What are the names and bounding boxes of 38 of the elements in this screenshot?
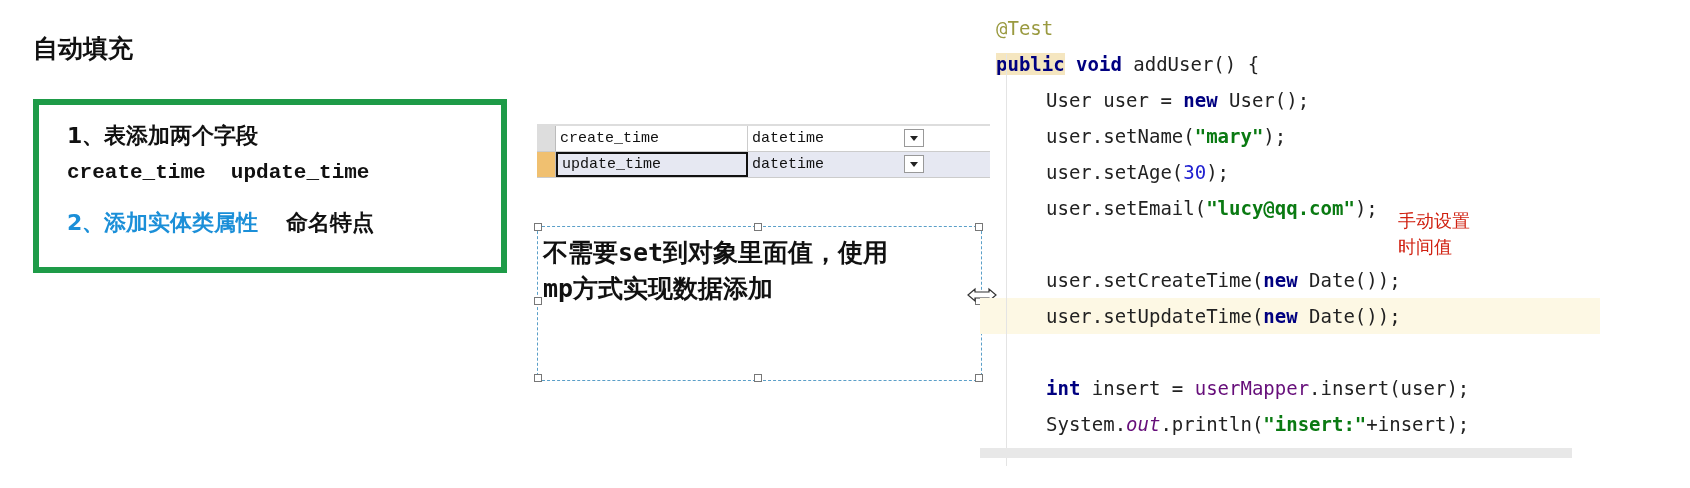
resize-handle[interactable] xyxy=(975,374,983,382)
code-line: user.setAge(30); xyxy=(1046,161,1230,183)
dropdown-button[interactable] xyxy=(904,129,924,147)
resize-handle[interactable] xyxy=(754,223,762,231)
code-line: @Test xyxy=(996,17,1054,39)
caret-icon xyxy=(910,135,918,141)
comment-text: 手动设置 xyxy=(1398,209,1470,233)
code-line: user.setEmail("lucy@qq.com"); xyxy=(1046,197,1378,219)
resize-handle[interactable] xyxy=(534,374,542,382)
resize-handle[interactable] xyxy=(534,223,542,231)
code-line: User user = new User(); xyxy=(1046,89,1310,111)
table-cell[interactable]: datetime xyxy=(748,152,902,177)
resize-cursor-icon xyxy=(967,287,997,303)
table-row[interactable]: update_time datetime xyxy=(537,152,990,178)
table-cell[interactable]: create_time xyxy=(556,126,748,151)
table-cell[interactable]: update_time xyxy=(556,152,748,177)
note-text: create_time update_time xyxy=(67,161,370,184)
row-header xyxy=(537,152,556,177)
code-line: int insert = userMapper.insert(user); xyxy=(1046,377,1470,399)
note-text: 命名特点 xyxy=(286,209,375,237)
resize-handle[interactable] xyxy=(534,297,542,305)
heading: 自动填充 xyxy=(33,33,133,65)
code-line: user.setUpdateTime(new Date()); xyxy=(1046,305,1401,327)
code-line: user.setCreateTime(new Date()); xyxy=(1046,269,1401,291)
resize-handle[interactable] xyxy=(975,223,983,231)
table-row[interactable]: create_time datetime xyxy=(537,126,990,152)
table-cell[interactable]: datetime xyxy=(748,126,902,151)
scrollbar[interactable] xyxy=(980,448,1572,458)
code-line: System.out.println("insert:"+insert); xyxy=(1046,413,1470,435)
code-line: public void addUser() { xyxy=(996,53,1260,75)
note-text: 2、添加实体类属性 xyxy=(67,209,259,237)
text-box-text: 不需要set到对象里面值，使用mp方式实现数据添加 xyxy=(543,237,890,305)
comment-text: 时间值 xyxy=(1398,235,1453,259)
caret-icon xyxy=(910,161,918,167)
dropdown-button[interactable] xyxy=(904,155,924,173)
resize-handle[interactable] xyxy=(754,374,762,382)
note-text: 1、表添加两个字段 xyxy=(67,122,259,150)
code-line: user.setName("mary"); xyxy=(1046,125,1287,147)
